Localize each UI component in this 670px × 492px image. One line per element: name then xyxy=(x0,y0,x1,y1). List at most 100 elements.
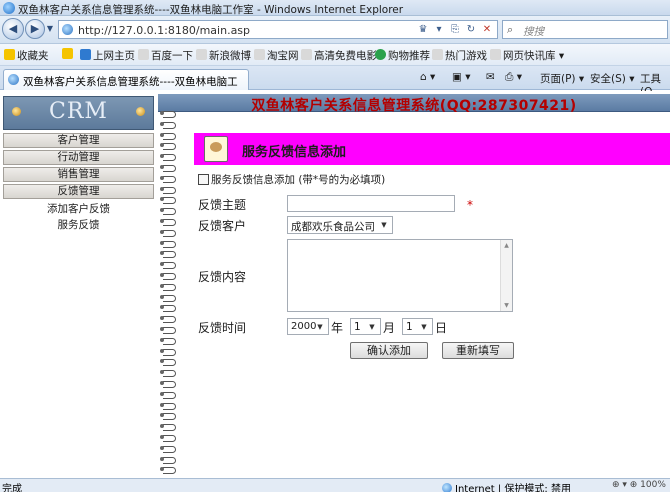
chevron-down-icon: ▼ xyxy=(421,323,427,331)
feeds-icon[interactable]: ▣ ▾ xyxy=(452,71,471,83)
page-icon xyxy=(196,49,207,60)
spiral-ring xyxy=(158,465,176,475)
spiral-ring xyxy=(158,152,176,162)
spiral-ring xyxy=(158,206,176,216)
page-icon xyxy=(301,49,312,60)
url-text: http://127.0.0.1:8180/main.asp xyxy=(78,24,251,37)
spiral-ring xyxy=(158,379,176,388)
zoom-control[interactable]: ⊕ ▾ ⊕ 100% ▾ xyxy=(612,480,670,492)
spiral-ring xyxy=(158,411,176,421)
year-select[interactable]: 2000 ▼ xyxy=(287,318,329,335)
spiral-ring xyxy=(158,282,176,291)
address-bar: ◀ ▶ ▼ http://127.0.0.1:8180/main.asp ♛ ▾… xyxy=(0,16,670,44)
url-dropdown-icon[interactable]: ▾ xyxy=(432,23,446,36)
status-text: 完成 xyxy=(2,484,22,492)
mail-icon[interactable]: ✉ xyxy=(486,71,495,83)
spiral-ring xyxy=(158,271,176,280)
day-unit: 日 xyxy=(435,321,448,335)
sidebar-subitem-service-feedback[interactable]: 服务反馈 xyxy=(3,217,154,232)
spiral-ring xyxy=(158,368,176,378)
refresh-icon[interactable]: ↻ xyxy=(464,23,478,36)
history-dropdown-button[interactable]: ▼ xyxy=(45,24,55,34)
sidebar-item-customers[interactable]: 客户管理 xyxy=(3,133,154,148)
spiral-ring xyxy=(158,217,176,226)
spiral-ring xyxy=(158,433,176,442)
scroll-up-icon[interactable]: ▲ xyxy=(501,240,512,251)
scroll-down-icon[interactable]: ▼ xyxy=(501,300,512,311)
favorites-bar: 收藏夹 上网主页 百度一下 新浪微博 淘宝网 高清免费电影 购物推荐 热门游戏 … xyxy=(0,44,670,66)
favorite-link[interactable]: 购物推荐 xyxy=(375,48,430,63)
edit-icon xyxy=(198,174,209,185)
content-textarea[interactable]: ▲ ▼ xyxy=(287,239,513,312)
spiral-ring xyxy=(158,325,176,334)
forward-button[interactable]: ▶ xyxy=(25,19,45,39)
page-icon xyxy=(138,49,149,60)
month-select[interactable]: 1 ▼ xyxy=(350,318,381,335)
form-banner: 服务反馈信息添加 xyxy=(194,133,670,165)
spiral-ring xyxy=(158,357,176,367)
home-icon[interactable]: ⌂ ▾ xyxy=(420,71,435,83)
subject-input[interactable] xyxy=(287,195,455,212)
month-unit: 月 xyxy=(383,321,396,335)
day-select[interactable]: 1 ▼ xyxy=(402,318,433,335)
search-field[interactable]: ⌕ 搜搜 xyxy=(502,20,668,39)
system-header: 双鱼林客户关系信息管理系统(QQ:287307421) xyxy=(158,94,670,114)
spiral-ring xyxy=(158,303,176,313)
favorite-link[interactable]: 高清免费电影 xyxy=(301,48,377,63)
window-title: 双鱼林客户关系信息管理系统----双鱼林电脑工作室 - Windows Inte… xyxy=(18,4,404,16)
spiral-ring xyxy=(158,131,176,140)
globe-icon xyxy=(375,49,386,60)
url-field[interactable]: http://127.0.0.1:8180/main.asp ♛ ▾ ⎘ ↻ ✕ xyxy=(58,20,498,39)
year-unit: 年 xyxy=(331,321,344,335)
spiral-ring xyxy=(158,109,176,118)
stop-icon[interactable]: ✕ xyxy=(480,23,494,36)
spiral-ring xyxy=(158,174,176,183)
spiral-ring xyxy=(158,195,176,205)
spiral-ring xyxy=(158,249,176,259)
sidebar-item-feedback[interactable]: 反馈管理 xyxy=(3,184,154,199)
page-menu[interactable]: 页面(P) ▾ xyxy=(540,71,584,86)
safety-menu[interactable]: 安全(S) ▾ xyxy=(590,71,634,86)
globe-icon xyxy=(442,483,452,492)
tab-active[interactable]: 双鱼林客户关系信息管理系统----双鱼林电脑工作... xyxy=(3,69,249,103)
system-title: 双鱼林客户关系信息管理系统(QQ:287307421) xyxy=(251,98,577,114)
textarea-scrollbar[interactable]: ▲ ▼ xyxy=(500,240,512,311)
sidebar: CRM 客户管理 行动管理 销售管理 反馈管理 添加客户反馈 服务反馈 xyxy=(3,96,154,476)
spiral-ring xyxy=(158,141,176,151)
logo-bolt-icon xyxy=(136,107,145,116)
customer-select[interactable]: 成都欢乐食品公司 ▼ xyxy=(287,216,393,234)
submit-button[interactable]: 确认添加 xyxy=(350,342,428,359)
chevron-down-icon: ▼ xyxy=(381,221,387,229)
customer-select-value: 成都欢乐食品公司 xyxy=(291,221,375,233)
compatibility-icon[interactable]: ⎘ xyxy=(448,23,462,36)
sidebar-subitem-add-feedback[interactable]: 添加客户反馈 xyxy=(3,201,154,216)
spiral-ring xyxy=(158,185,176,194)
spiral-ring xyxy=(158,228,176,237)
favorite-link[interactable]: 网页快讯库 ▾ xyxy=(490,48,564,63)
window-titlebar: 双鱼林客户关系信息管理系统----双鱼林电脑工作室 - Windows Inte… xyxy=(0,0,670,16)
sidebar-item-sales[interactable]: 销售管理 xyxy=(3,167,154,182)
favorite-link[interactable]: 淘宝网 xyxy=(254,48,299,63)
compat-view-icon[interactable]: ♛ xyxy=(416,23,430,36)
page-icon xyxy=(432,49,443,60)
logo-text: CRM xyxy=(49,99,108,124)
form-note: 服务反馈信息添加 (带*号的为必填项) xyxy=(198,172,385,187)
print-icon[interactable]: ⎙ ▾ xyxy=(505,71,522,84)
sidebar-item-actions[interactable]: 行动管理 xyxy=(3,150,154,165)
favorite-link[interactable]: 热门游戏 xyxy=(432,48,487,63)
chevron-down-icon: ▼ xyxy=(317,323,323,331)
back-button[interactable]: ◀ xyxy=(2,18,24,40)
security-zone: Internet | 保护模式: 禁用 xyxy=(442,480,571,492)
spiral-ring xyxy=(158,455,176,464)
favorite-link[interactable]: 新浪微博 xyxy=(196,48,251,63)
add-favorite-icon[interactable] xyxy=(62,48,75,61)
page-icon xyxy=(62,24,73,35)
customer-label: 反馈客户 xyxy=(198,219,247,233)
favorites-button[interactable]: 收藏夹 xyxy=(4,48,49,63)
favorite-link[interactable]: 百度一下 xyxy=(138,48,193,63)
search-placeholder: 搜搜 xyxy=(523,26,544,38)
reset-button[interactable]: 重新填写 xyxy=(442,342,514,359)
ie-logo-icon xyxy=(3,2,15,14)
favorite-link[interactable]: 上网主页 xyxy=(80,48,135,63)
chevron-down-icon: ▼ xyxy=(369,323,375,331)
